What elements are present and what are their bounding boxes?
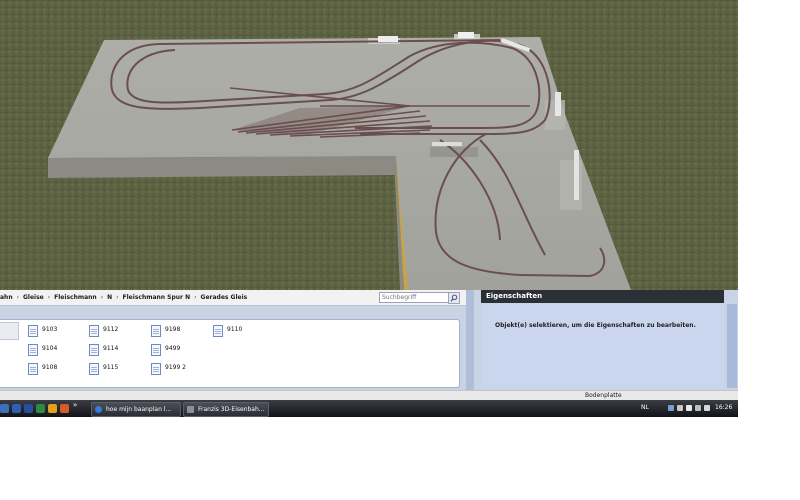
breadcrumb-item[interactable]: Gerades Gleis [201, 294, 248, 301]
track-catalog-list[interactable]: 9103 9112 9198 9110 9104 9114 9499 9108 … [0, 319, 460, 388]
track-piece-icon [213, 325, 223, 337]
clock[interactable]: 16:26 [715, 404, 732, 411]
track-piece-icon [151, 325, 161, 337]
item-label: 9115 [103, 364, 119, 371]
network-tray-icon[interactable] [677, 405, 683, 411]
item-label: 9104 [42, 345, 58, 352]
properties-scrollbar[interactable] [727, 304, 737, 388]
bottom-panel: ahn › Gleise › Fleischmann › N › Fleischmann Spu… [0, 290, 738, 400]
baseplate-side [48, 156, 400, 178]
track-piece-icon [89, 344, 99, 356]
properties-title: Eigenschaften [481, 290, 724, 303]
properties-panel: Objekt(e) selektieren, um die Eigenschaf… [481, 304, 724, 388]
track-piece-icon [28, 325, 38, 337]
search-button[interactable] [448, 292, 460, 304]
item-label: 9110 [227, 326, 243, 333]
track-piece-icon [151, 363, 161, 375]
word-icon[interactable] [24, 404, 33, 413]
item-label: 9103 [42, 326, 58, 333]
display-tray-icon[interactable] [695, 405, 701, 411]
excel-icon[interactable] [36, 404, 45, 413]
item-label: 9199 2 [165, 364, 186, 371]
panel-splitter[interactable] [466, 290, 474, 400]
ie-quicklaunch-icon[interactable] [12, 404, 21, 413]
ie-icon [95, 406, 102, 413]
breadcrumb-separator-icon: › [16, 294, 19, 301]
track-piece-icon [28, 344, 38, 356]
taskbar-item-franzis[interactable]: Franzis 3D-Eisenbah... [183, 402, 269, 417]
task-label: hoe mijn baanplan l... [106, 406, 172, 413]
help-tray-icon[interactable] [668, 405, 674, 411]
taskbar: » hoe mijn baanplan l... Franzis 3D-Eise… [0, 400, 738, 417]
breadcrumb-separator-icon: › [100, 294, 104, 301]
breadcrumb-bar: ahn › Gleise › Fleischmann › N › Fleischmann Spu… [0, 290, 466, 306]
breadcrumb-separator-icon: › [194, 294, 197, 301]
breadcrumb-item[interactable]: Fleischmann Spur N [123, 294, 191, 301]
breadcrumb: ahn › Gleise › Fleischmann › N › Fleischmann Spu… [0, 294, 247, 301]
track-piece-icon [89, 363, 99, 375]
layout-scene [0, 0, 738, 290]
firefox-icon[interactable] [60, 404, 69, 413]
task-label: Franzis 3D-Eisenbah... [198, 406, 265, 413]
item-label: 9198 [165, 326, 181, 333]
item-label: 9108 [42, 364, 58, 371]
search-input[interactable]: Suchbegriff [379, 292, 451, 303]
search-icon [450, 294, 458, 302]
track-piece-icon [89, 325, 99, 337]
application-window: ahn › Gleise › Fleischmann › N › Fleischmann Spu… [0, 0, 738, 417]
network-status-tray-icon[interactable] [686, 405, 692, 411]
quicklaunch-more-button[interactable]: » [73, 401, 77, 409]
folder-icon[interactable] [48, 404, 57, 413]
taskbar-item-browser[interactable]: hoe mijn baanplan l... [91, 402, 181, 417]
breadcrumb-item[interactable]: Gleise [23, 294, 44, 301]
3d-viewport[interactable] [0, 0, 738, 290]
status-text: Bodenplatte [585, 392, 622, 399]
breadcrumb-item[interactable]: Fleischmann [54, 294, 97, 301]
breadcrumb-separator-icon: › [116, 294, 119, 301]
properties-hint: Objekt(e) selektieren, um die Eigenschaf… [495, 322, 696, 329]
language-indicator[interactable]: NL [641, 404, 649, 411]
app-icon [187, 406, 194, 413]
item-label: 9499 [165, 345, 181, 352]
track-piece-icon [151, 344, 161, 356]
selected-item-thumbnail[interactable] [0, 322, 19, 340]
item-label: 9114 [103, 345, 119, 352]
start-icon[interactable] [0, 404, 9, 413]
breadcrumb-separator-icon: › [47, 294, 51, 301]
item-label: 9112 [103, 326, 119, 333]
track-piece-icon [28, 363, 38, 375]
volume-tray-icon[interactable] [704, 405, 710, 411]
breadcrumb-item[interactable]: ahn [0, 294, 13, 301]
breadcrumb-item[interactable]: N [107, 294, 112, 301]
